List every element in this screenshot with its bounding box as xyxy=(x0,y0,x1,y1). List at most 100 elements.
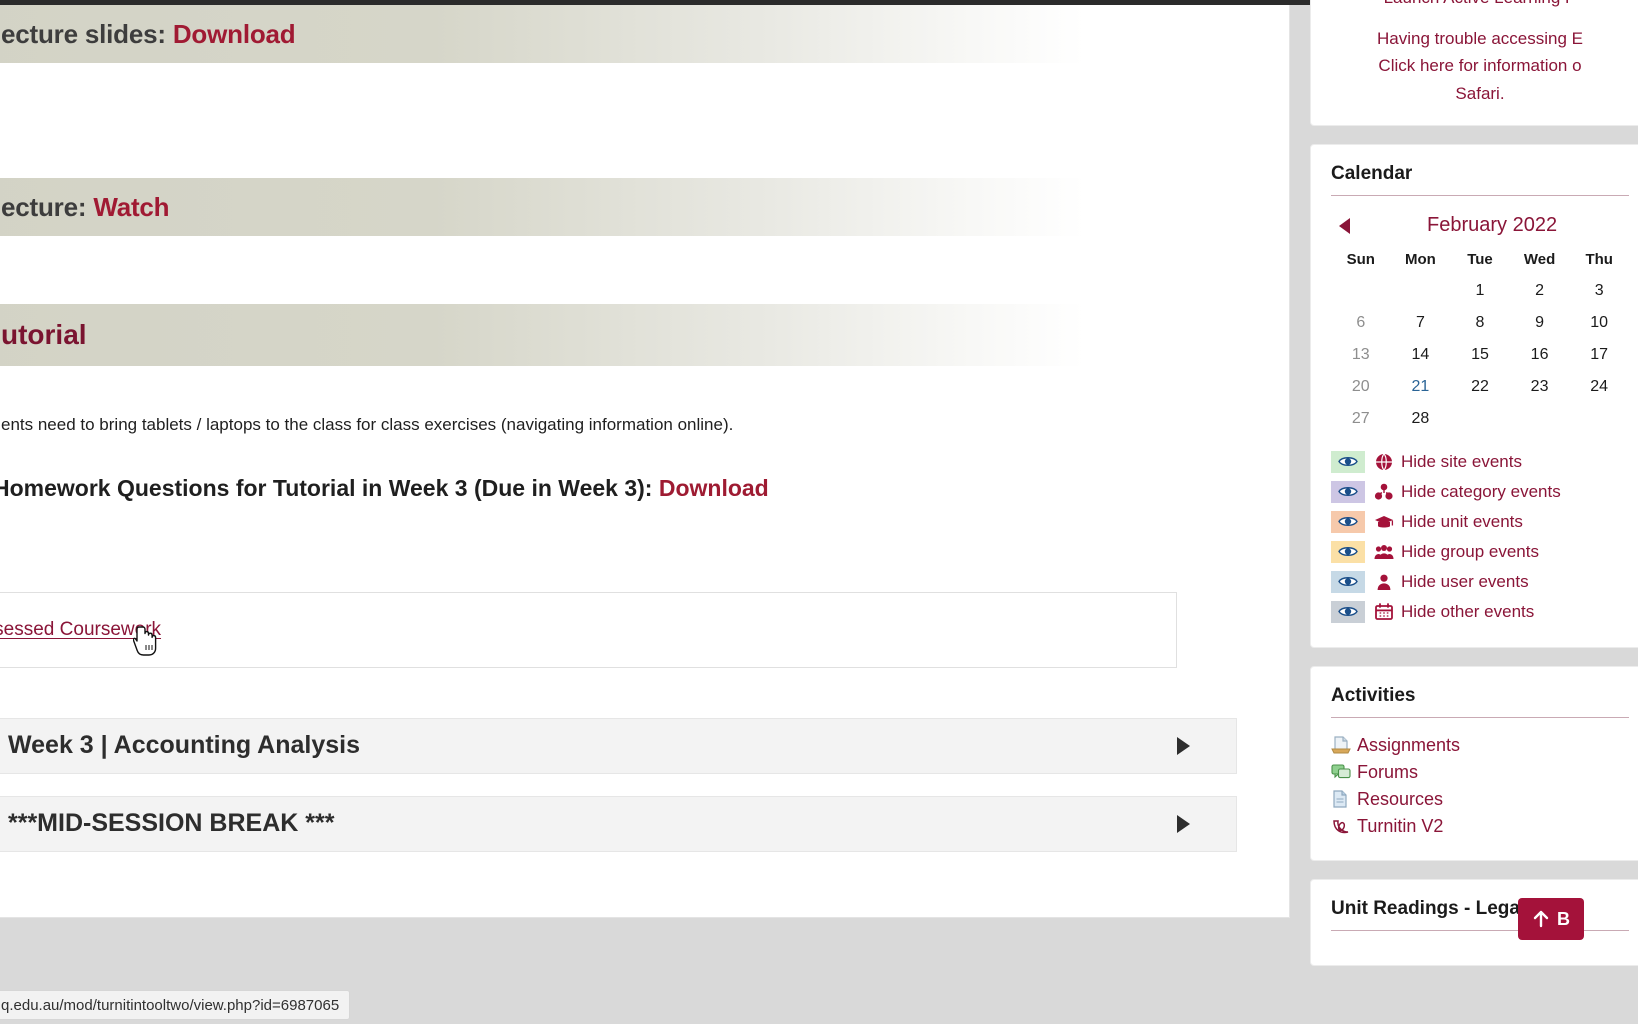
calendar-filter-row[interactable]: Hide user events xyxy=(1331,567,1629,597)
calendar-day-13[interactable]: 13 xyxy=(1331,339,1391,371)
unit-readings-title: Unit Readings - Legan xyxy=(1331,897,1532,919)
calendar-day-22[interactable]: 22 xyxy=(1450,371,1510,403)
calendar-day-empty xyxy=(1569,403,1629,435)
lecture-watch-link[interactable]: Watch xyxy=(93,192,169,222)
launch-active-learning-link[interactable]: Launch Active Learning P xyxy=(1331,0,1629,11)
eye-icon[interactable] xyxy=(1331,540,1365,563)
assessed-coursework-link[interactable]: Assessed Coursework xyxy=(0,619,161,641)
calendar-day-6[interactable]: 6 xyxy=(1331,307,1391,339)
activities-list: Assignments Forums Resources Turnitin V2 xyxy=(1331,732,1629,840)
calendar-month-label[interactable]: February 2022 xyxy=(1427,214,1557,237)
section-mid-session-break[interactable]: ***MID-SESSION BREAK *** xyxy=(0,795,1237,852)
calendar-divider xyxy=(1331,194,1629,196)
assignment-icon xyxy=(1331,736,1357,754)
calendar-day-1[interactable]: 1 xyxy=(1450,275,1510,307)
lecture-slides-body xyxy=(0,63,1289,178)
calendar-week-row: 123 xyxy=(1331,275,1629,307)
calendar-prev-month-icon[interactable] xyxy=(1339,217,1350,234)
lecture-slides-title: ecture slides: Download xyxy=(1,18,296,50)
calendar-weekday-sun: Sun xyxy=(1346,250,1375,268)
activity-link[interactable]: Forums xyxy=(1357,762,1418,783)
calendar-filter-label[interactable]: Hide user events xyxy=(1401,572,1529,592)
announcement-block: Launch Active Learning P Having trouble … xyxy=(1310,0,1638,126)
calendar-day-10[interactable]: 10 xyxy=(1569,307,1629,339)
status-url: q.edu.au/mod/turnitintooltwo/view.php?id… xyxy=(1,996,340,1014)
calendar-day-empty xyxy=(1391,275,1451,307)
tutorial-note: ents need to bring tablets / laptops to … xyxy=(1,415,734,434)
calendar-filter-label[interactable]: Hide category events xyxy=(1401,482,1561,502)
calendar-day-empty xyxy=(1450,403,1510,435)
eye-icon[interactable] xyxy=(1331,510,1365,533)
unit-readings-divider xyxy=(1331,929,1629,931)
calendar-week-row: 27 28 xyxy=(1331,403,1629,435)
calendar-day-21[interactable]: 21 xyxy=(1391,371,1451,403)
resource-icon xyxy=(1331,790,1357,808)
calendar-table: Sun Mon Tue Wed Thu 1 2 3 6 7 8 9 10 13 14 15 16 17 2… xyxy=(1331,244,1629,435)
calendar-block: Calendar February 2022 Sun Mon Tue Wed T… xyxy=(1310,143,1638,648)
homework-row: Homework Questions for Tutorial in Week … xyxy=(0,462,1289,516)
homework-download-link[interactable]: Download xyxy=(659,475,769,501)
activity-link[interactable]: Resources xyxy=(1357,789,1443,810)
calendar-weekday-mon: Mon xyxy=(1404,250,1436,268)
calendar-filter-row[interactable]: Hide group events xyxy=(1331,537,1629,567)
calendar-filter-label[interactable]: Hide group events xyxy=(1401,542,1539,562)
calendar-day-9[interactable]: 9 xyxy=(1510,307,1570,339)
lecture-slides-prefix: ecture slides: xyxy=(1,18,173,49)
activity-row[interactable]: Forums xyxy=(1331,759,1629,786)
activities-block-title: Activities xyxy=(1331,684,1416,706)
chevron-right-icon[interactable] xyxy=(1177,736,1190,755)
calendar-day-24[interactable]: 24 xyxy=(1569,371,1629,403)
calendar-day-8[interactable]: 8 xyxy=(1450,307,1510,339)
activity-row[interactable]: Turnitin V2 xyxy=(1331,813,1629,840)
notice-spacer xyxy=(1331,11,1629,25)
calendar-filter-label[interactable]: Hide site events xyxy=(1401,452,1522,472)
calendar-day-20[interactable]: 20 xyxy=(1331,371,1391,403)
activity-link[interactable]: Assignments xyxy=(1357,735,1460,756)
back-to-top-label: B xyxy=(1557,908,1570,929)
globe-icon xyxy=(1373,453,1395,471)
calendar-day-empty xyxy=(1331,275,1391,307)
calendar-day-15[interactable]: 15 xyxy=(1450,339,1510,371)
calendar-filter-row[interactable]: Hide category events xyxy=(1331,477,1629,507)
activity-link[interactable]: Turnitin V2 xyxy=(1357,816,1443,837)
calendar-filter-row[interactable]: Hide unit events xyxy=(1331,507,1629,537)
browser-status-bar: q.edu.au/mod/turnitintooltwo/view.php?id… xyxy=(0,990,351,1020)
notice-line-trouble: Having trouble accessing E xyxy=(1376,29,1583,49)
calendar-weekday-tue: Tue xyxy=(1467,250,1493,268)
section-week3[interactable]: Week 3 | Accounting Analysis xyxy=(0,717,1237,774)
assessed-coursework-activity[interactable]: Assessed Coursework xyxy=(0,591,1177,668)
calendar-day-16[interactable]: 16 xyxy=(1510,339,1570,371)
calendar-nav: February 2022 xyxy=(1331,210,1629,244)
calendar-filter-label[interactable]: Hide other events xyxy=(1401,602,1534,622)
calendar-icon xyxy=(1373,603,1395,621)
activity-row[interactable]: Assignments xyxy=(1331,732,1629,759)
calendar-filter-label[interactable]: Hide unit events xyxy=(1401,512,1523,532)
eye-icon[interactable] xyxy=(1331,480,1365,503)
lecture-slides-banner: ecture slides: Download xyxy=(0,5,1085,63)
activities-divider xyxy=(1331,716,1629,718)
eye-icon[interactable] xyxy=(1331,570,1365,593)
eye-icon[interactable] xyxy=(1331,450,1365,473)
activity-row[interactable]: Resources xyxy=(1331,786,1629,813)
calendar-day-27[interactable]: 27 xyxy=(1331,403,1391,435)
notice-info-link[interactable]: Click here for information o xyxy=(1331,52,1629,79)
calendar-day-23[interactable]: 23 xyxy=(1510,371,1570,403)
calendar-day-2[interactable]: 2 xyxy=(1510,275,1570,307)
lecture-watch-banner: ecture: Watch xyxy=(0,178,1085,236)
homework-spacer xyxy=(0,438,1289,462)
activities-block: Activities Assignments Forums Resources Tur… xyxy=(1310,665,1638,861)
calendar-day-14[interactable]: 14 xyxy=(1391,339,1451,371)
eye-icon[interactable] xyxy=(1331,600,1365,623)
calendar-week-row: 20 21 22 23 24 xyxy=(1331,371,1629,403)
calendar-day-7[interactable]: 7 xyxy=(1391,307,1451,339)
chevron-right-icon[interactable] xyxy=(1177,814,1190,833)
back-to-top-button[interactable]: B xyxy=(1518,898,1584,940)
lecture-slides-download-link[interactable]: Download xyxy=(173,19,296,49)
turnitin-icon xyxy=(1331,817,1357,835)
sections-spacer xyxy=(0,668,1289,718)
calendar-filter-row[interactable]: Hide other events xyxy=(1331,597,1629,627)
calendar-day-3[interactable]: 3 xyxy=(1569,275,1629,307)
calendar-day-17[interactable]: 17 xyxy=(1569,339,1629,371)
calendar-filter-row[interactable]: Hide site events xyxy=(1331,447,1629,477)
calendar-day-28[interactable]: 28 xyxy=(1391,403,1451,435)
